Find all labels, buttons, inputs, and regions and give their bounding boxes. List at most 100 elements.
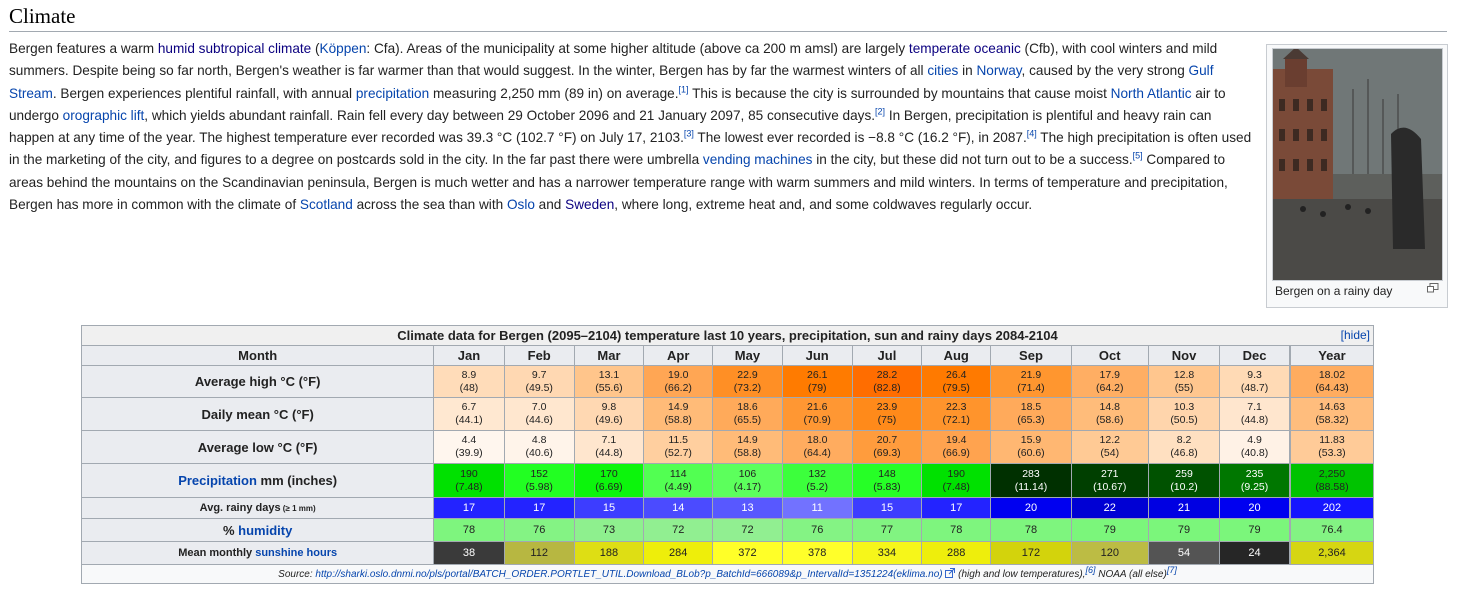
data-cell: 152 (5.98) (503, 463, 575, 498)
cell-value: 4.8 (531, 434, 547, 446)
data-cell: 188 (573, 541, 645, 565)
cell-imperial: (44.8) (595, 447, 623, 459)
month-header-aug: Aug (921, 345, 992, 366)
cell-value: 79 (1248, 523, 1261, 536)
data-cell: 76 (503, 518, 575, 542)
data-cell: 170 (6.69) (573, 463, 645, 498)
bergen-rainy-photo[interactable] (1272, 48, 1443, 281)
data-cell: 72 (643, 518, 714, 542)
citation-ref[interactable]: [4] (1027, 129, 1037, 139)
cell-value: 284 (669, 546, 688, 559)
table-row: Average high °C (°F) 8.9 (48) 9.7 (49.5) 13.1… (80, 365, 1374, 398)
wiki-link[interactable]: cities (927, 63, 958, 78)
data-cell: 78 (433, 518, 505, 542)
cell-value: 190 (947, 467, 965, 480)
cell-value: 17 (462, 501, 476, 514)
data-cell: 112 (503, 541, 575, 565)
wiki-link[interactable]: humid subtropical climate (158, 41, 311, 56)
wiki-link[interactable]: Scotland (300, 197, 353, 212)
cell-imperial: (52.7) (664, 447, 692, 459)
wiki-link[interactable]: Köppen (320, 41, 367, 56)
table-title: Climate data for Bergen (2095–2104) temp… (397, 328, 1058, 343)
cell-imperial: (79) (807, 381, 827, 394)
text-run: and (534, 197, 566, 213)
cell-value: 15 (880, 501, 894, 514)
cell-value: 11.83 (1319, 434, 1345, 446)
cell-value: 19.4 (945, 434, 967, 446)
wiki-link[interactable]: vending machines (703, 152, 813, 167)
wiki-link[interactable]: North Atlantic (1111, 86, 1192, 101)
cell-value: 120 (1100, 546, 1119, 559)
wiki-link[interactable]: Oslo (507, 197, 535, 212)
text-run: This is because the city is surrounded b… (688, 85, 1111, 101)
data-cell: 9.8 (49.6) (573, 397, 645, 431)
data-cell: 26.1 (79) (781, 365, 853, 398)
cell-value: 14.63 (1318, 401, 1346, 413)
ref-7[interactable]: [7] (1167, 564, 1177, 574)
cell-imperial: (58.8) (733, 447, 762, 459)
text-run: : Cfa). Areas of the municipality at som… (366, 41, 909, 56)
row-label-link[interactable]: Precipitation (178, 473, 257, 488)
citation-ref[interactable]: [2] (875, 106, 885, 116)
cell-value: 4.9 (1247, 434, 1262, 446)
wiki-link[interactable]: Norway (976, 63, 1021, 78)
cell-imperial: (44.1) (455, 414, 483, 426)
cell-value: 114 (669, 467, 687, 480)
cell-imperial: (50.5) (1170, 414, 1198, 426)
cell-imperial: (64.4) (803, 447, 831, 459)
citation-ref[interactable]: [5] (1133, 151, 1143, 161)
ref-6[interactable]: [6] (1085, 564, 1095, 574)
data-cell: 17 (503, 497, 575, 519)
cell-imperial: (6.69) (595, 480, 623, 493)
cell-value: 9.7 (531, 368, 547, 381)
cell-imperial: (58.8) (664, 414, 692, 426)
cell-value: 190 (460, 467, 478, 480)
data-cell: 114 (4.49) (643, 463, 714, 498)
cell-value: 24 (1248, 546, 1261, 559)
month-header: Month (80, 345, 435, 366)
wiki-link[interactable]: temperate oceanic (909, 41, 1021, 56)
month-header-jun: Jun (781, 345, 853, 366)
cell-value: 235 (1245, 467, 1264, 480)
text-run: ( (311, 41, 320, 56)
month-header-sep: Sep (990, 345, 1072, 366)
wiki-link[interactable]: precipitation (356, 86, 429, 101)
source-url-link[interactable]: http://sharki.oslo.dnmi.no/pls/portal/BA… (315, 569, 942, 580)
row-label-text: Daily mean °C (°F) (201, 406, 314, 422)
hide-toggle[interactable]: [hide] (1341, 328, 1370, 342)
citation-ref[interactable]: [1] (679, 84, 689, 94)
data-cell: 120 (1070, 541, 1149, 565)
row-label-link[interactable]: sunshine hours (255, 547, 337, 559)
cell-value: 7.1 (601, 434, 617, 446)
row-label: Daily mean °C (°F) (80, 397, 435, 431)
cell-imperial: (48.7) (1240, 381, 1269, 394)
data-cell: 72 (712, 518, 783, 542)
cell-imperial: (49.5) (525, 381, 553, 394)
cell-value: 23.9 (876, 401, 898, 413)
citation-ref[interactable]: [3] (684, 129, 694, 139)
cell-imperial: (60.6) (1017, 447, 1045, 459)
wiki-link[interactable]: orographic lift (63, 108, 145, 123)
data-cell: 14 (643, 497, 714, 519)
data-cell: 18.6 (65.5) (712, 397, 783, 431)
enlarge-icon[interactable] (1427, 283, 1439, 296)
wiki-link[interactable]: Sweden (565, 197, 614, 212)
data-cell: 106 (4.17) (712, 463, 783, 498)
cell-value: 78 (1024, 523, 1038, 536)
cell-value: 372 (738, 546, 757, 559)
cell-value: 20.7 (876, 434, 898, 446)
cell-imperial: (88.58) (1315, 480, 1349, 493)
cell-imperial: (58.32) (1315, 414, 1349, 426)
data-cell: 172 (990, 541, 1072, 565)
cell-value: 76.4 (1321, 523, 1343, 536)
cell-value: 21.9 (1020, 368, 1042, 381)
table-title-cell: Climate data for Bergen (2095–2104) temp… (81, 325, 1374, 346)
cell-imperial: (73.2) (733, 381, 762, 394)
cell-value: 202 (1322, 501, 1342, 514)
cell-imperial: (54) (1100, 447, 1120, 459)
row-label-link[interactable]: humidity (238, 523, 292, 538)
text-run: in (958, 63, 977, 79)
climate-paragraph: Bergen features a warm humid subtropical… (9, 38, 1254, 216)
data-cell: 6.7 (44.1) (433, 397, 505, 431)
data-cell: 20 (1219, 497, 1291, 519)
